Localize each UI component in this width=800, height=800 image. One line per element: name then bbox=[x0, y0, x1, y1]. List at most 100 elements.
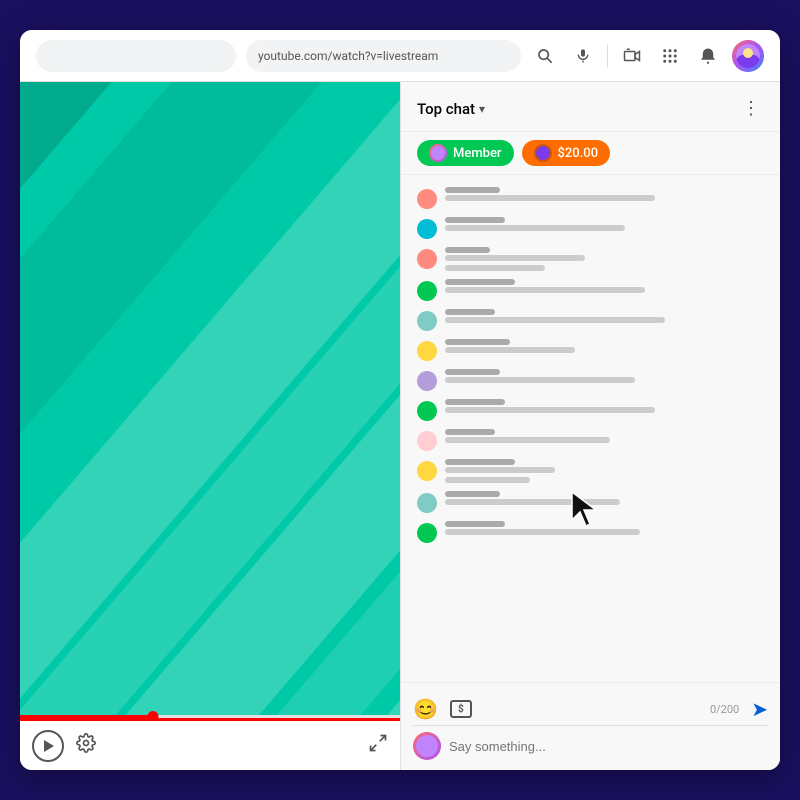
message-name-bar bbox=[445, 399, 505, 405]
message-name-bar bbox=[445, 429, 495, 435]
send-button[interactable]: ➤ bbox=[751, 697, 768, 721]
chat-message bbox=[401, 305, 780, 335]
message-avatar bbox=[417, 401, 437, 421]
message-avatar bbox=[417, 281, 437, 301]
apps-icon[interactable] bbox=[656, 42, 684, 70]
superchat-avatar bbox=[534, 144, 552, 162]
address-text: youtube.com/watch?v=livestream bbox=[258, 49, 438, 63]
fullscreen-button[interactable] bbox=[368, 733, 388, 758]
message-avatar bbox=[417, 219, 437, 239]
chat-message bbox=[401, 335, 780, 365]
message-content bbox=[445, 521, 764, 535]
browser-window: youtube.com/watch?v=livestream bbox=[20, 30, 780, 770]
message-name-bar bbox=[445, 279, 515, 285]
chat-filters: Member $20.00 bbox=[401, 132, 780, 175]
filter-member-badge[interactable]: Member bbox=[417, 140, 514, 166]
video-controls bbox=[20, 718, 400, 770]
message-text-bar bbox=[445, 287, 645, 293]
message-text-bar bbox=[445, 225, 625, 231]
message-text-bar bbox=[445, 317, 665, 323]
message-text-bar2 bbox=[445, 477, 530, 483]
chat-message bbox=[401, 425, 780, 455]
message-content bbox=[445, 429, 764, 443]
chat-input-area: 😊 $ 0/200 ➤ bbox=[401, 682, 780, 770]
message-content bbox=[445, 339, 764, 353]
message-content bbox=[445, 491, 764, 505]
search-icon[interactable] bbox=[531, 42, 559, 70]
chat-header: Top chat ▾ ⋮ bbox=[401, 82, 780, 132]
message-text-bar2 bbox=[445, 265, 545, 271]
chat-more-button[interactable]: ⋮ bbox=[738, 94, 764, 123]
chat-message bbox=[401, 365, 780, 395]
create-icon[interactable] bbox=[618, 42, 646, 70]
input-divider bbox=[413, 725, 768, 726]
chat-message bbox=[401, 243, 780, 275]
message-text-bar bbox=[445, 467, 555, 473]
message-content bbox=[445, 399, 764, 413]
browser-toolbar: youtube.com/watch?v=livestream bbox=[20, 30, 780, 82]
message-avatar bbox=[417, 493, 437, 513]
message-content bbox=[445, 369, 764, 383]
message-content bbox=[445, 459, 764, 483]
superchat-label: $20.00 bbox=[558, 146, 599, 161]
message-name-bar bbox=[445, 491, 500, 497]
chat-message bbox=[401, 487, 780, 517]
message-name-bar bbox=[445, 309, 495, 315]
message-name-bar bbox=[445, 217, 505, 223]
message-avatar bbox=[417, 311, 437, 331]
play-button[interactable] bbox=[32, 730, 64, 762]
video-background bbox=[20, 82, 400, 715]
filter-superchat-badge[interactable]: $20.00 bbox=[522, 140, 611, 166]
message-name-bar bbox=[445, 339, 510, 345]
message-avatar bbox=[417, 341, 437, 361]
message-name-bar bbox=[445, 459, 515, 465]
message-content bbox=[445, 247, 764, 271]
message-content bbox=[445, 279, 764, 293]
message-content bbox=[445, 309, 764, 323]
message-text-bar bbox=[445, 499, 620, 505]
superchat-button[interactable]: $ bbox=[450, 700, 472, 718]
microphone-icon[interactable] bbox=[569, 42, 597, 70]
message-text-bar bbox=[445, 407, 655, 413]
char-count: 0/200 bbox=[710, 703, 739, 716]
chat-toolbar: 😊 $ 0/200 ➤ bbox=[413, 691, 768, 721]
chat-message bbox=[401, 395, 780, 425]
message-text-bar bbox=[445, 195, 655, 201]
message-name-bar bbox=[445, 369, 500, 375]
separator bbox=[607, 44, 608, 68]
bell-icon[interactable] bbox=[694, 42, 722, 70]
member-avatar bbox=[429, 144, 447, 162]
chat-title: Top chat bbox=[417, 100, 475, 118]
chat-message bbox=[401, 183, 780, 213]
message-avatar bbox=[417, 189, 437, 209]
message-avatar bbox=[417, 461, 437, 481]
video-section bbox=[20, 82, 400, 770]
message-text-bar bbox=[445, 437, 610, 443]
address-bar[interactable]: youtube.com/watch?v=livestream bbox=[246, 40, 521, 72]
settings-button[interactable] bbox=[76, 733, 96, 758]
chat-message bbox=[401, 275, 780, 305]
emoji-button[interactable]: 😊 bbox=[413, 697, 438, 721]
chat-input[interactable] bbox=[449, 730, 768, 762]
video-player[interactable] bbox=[20, 82, 400, 715]
message-avatar bbox=[417, 249, 437, 269]
message-name-bar bbox=[445, 521, 505, 527]
message-avatar bbox=[417, 371, 437, 391]
chat-message bbox=[401, 213, 780, 243]
input-avatar bbox=[413, 732, 441, 760]
user-avatar[interactable] bbox=[732, 40, 764, 72]
message-text-bar bbox=[445, 255, 585, 261]
play-icon bbox=[44, 740, 54, 752]
content-area: Top chat ▾ ⋮ Member bbox=[20, 82, 780, 770]
chat-section: Top chat ▾ ⋮ Member bbox=[400, 82, 780, 770]
message-content bbox=[445, 217, 764, 231]
message-name-bar bbox=[445, 187, 500, 193]
chat-message bbox=[401, 455, 780, 487]
message-text-bar bbox=[445, 529, 640, 535]
message-avatar bbox=[417, 523, 437, 543]
message-avatar bbox=[417, 431, 437, 451]
address-bar-container bbox=[36, 40, 236, 72]
message-text-bar bbox=[445, 347, 575, 353]
chat-dropdown-icon[interactable]: ▾ bbox=[479, 102, 485, 116]
chat-messages[interactable] bbox=[401, 175, 780, 682]
